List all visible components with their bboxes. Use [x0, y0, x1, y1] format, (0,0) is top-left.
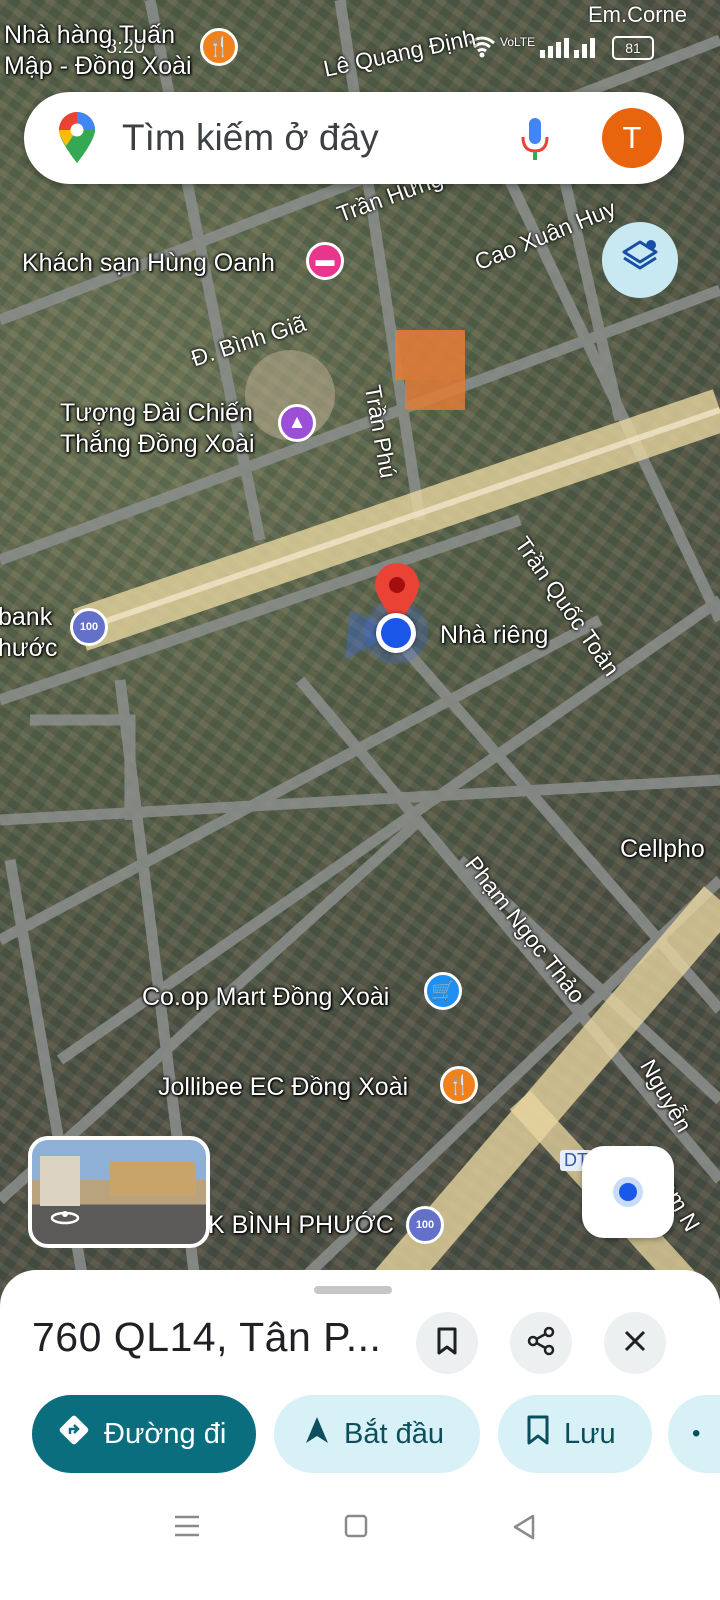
- bookmark-icon: [436, 1327, 458, 1360]
- poi-label: Co.op Mart Đồng Xoài: [142, 983, 390, 1011]
- bank-icon[interactable]: 100: [406, 1206, 444, 1244]
- save-icon-button[interactable]: [416, 1312, 478, 1374]
- poi-label: Jollibee EC Đồng Xoài: [158, 1073, 409, 1101]
- poi-label: Nhà riêng: [440, 621, 549, 649]
- navigation-arrow-icon: [304, 1415, 330, 1453]
- start-label: Bắt đầu: [344, 1417, 444, 1450]
- layers-button[interactable]: [602, 222, 678, 298]
- layers-icon: [620, 238, 660, 283]
- poi-label: Khách sạn Hùng Oanh: [22, 249, 275, 277]
- bookmark-icon: [526, 1415, 550, 1453]
- poi-bank-left[interactable]: bank hước: [0, 602, 58, 664]
- my-location-button[interactable]: [582, 1146, 674, 1238]
- battery-level: 81: [625, 40, 641, 56]
- shopping-cart-icon[interactable]: 🛒: [424, 972, 462, 1010]
- microphone-icon[interactable]: [520, 116, 550, 167]
- avatar-letter: T: [622, 120, 642, 155]
- poi-label: Nhà hàng Tuấn: [4, 21, 175, 49]
- building-shape: [40, 1156, 80, 1206]
- poi-cellphone[interactable]: Cellpho: [620, 834, 705, 865]
- directions-label: Đường đi: [104, 1417, 227, 1450]
- volte-indicator: VoLTE: [500, 35, 536, 49]
- monument-icon[interactable]: ▲: [278, 404, 316, 442]
- my-location-icon: [613, 1177, 643, 1207]
- save-label: Lưu: [564, 1417, 616, 1450]
- poi-nk-binh-phuoc[interactable]: NK BÌNH PHƯỚC: [190, 1210, 394, 1241]
- close-icon: [623, 1329, 647, 1358]
- poi-label: Tượng Đài Chiến: [60, 399, 253, 427]
- menu-icon[interactable]: [174, 1514, 200, 1543]
- poi-coop-mart[interactable]: Co.op Mart Đồng Xoài: [142, 982, 389, 1013]
- map-view[interactable]: 8:20 Em.Corne VoLTE 81 Nhà hàng Tuấn Mập…: [0, 0, 720, 1320]
- building-shape: [110, 1162, 196, 1196]
- home-square-icon[interactable]: [344, 1514, 368, 1543]
- place-title: 760 QL14, Tân P...: [32, 1314, 382, 1360]
- system-navigation-bar: [0, 1486, 720, 1600]
- hotel-icon[interactable]: ▬: [306, 242, 344, 280]
- building-roof: [395, 330, 465, 380]
- back-triangle-icon[interactable]: [512, 1514, 536, 1545]
- restaurant-icon[interactable]: 🍴: [440, 1066, 478, 1104]
- status-carrier: Em.Corne: [588, 2, 688, 27]
- poi-nha-rieng[interactable]: Nhà riêng: [440, 620, 548, 651]
- poi-jollibee[interactable]: Jollibee EC Đồng Xoài: [158, 1072, 408, 1103]
- restaurant-icon[interactable]: 🍴: [200, 28, 238, 66]
- maps-logo-icon: [58, 112, 96, 169]
- search-bar[interactable]: Tìm kiếm ở đây T: [24, 92, 684, 184]
- bank-icon[interactable]: 100: [70, 608, 108, 646]
- start-navigation-button[interactable]: Bắt đầu: [274, 1395, 480, 1473]
- directions-button[interactable]: Đường đi: [32, 1395, 256, 1473]
- poi-label: hước: [0, 634, 58, 662]
- poi-label: bank: [0, 603, 53, 631]
- poi-hotel-hung-oanh[interactable]: Khách sạn Hùng Oanh: [22, 248, 275, 279]
- poi-label: Mập - Đồng Xoài: [4, 52, 192, 80]
- poi-restaurant-tuan-map[interactable]: Nhà hàng Tuấn Mập - Đồng Xoài: [4, 20, 192, 82]
- poi-label: Cellpho: [620, 835, 705, 863]
- directions-icon: [58, 1414, 90, 1454]
- poi-tuong-dai[interactable]: Tượng Đài Chiến Thắng Đồng Xoài: [60, 398, 255, 460]
- poi-label: NK BÌNH PHƯỚC: [190, 1211, 394, 1239]
- search-placeholder[interactable]: Tìm kiếm ở đây: [122, 117, 379, 159]
- share-button[interactable]: [510, 1312, 572, 1374]
- save-button[interactable]: Lưu: [498, 1395, 652, 1473]
- battery-icon: 81: [612, 36, 654, 60]
- more-actions-button[interactable]: •: [668, 1395, 720, 1473]
- 360-view-icon: [50, 1210, 80, 1231]
- share-icon: [526, 1326, 556, 1361]
- drag-handle[interactable]: [314, 1286, 392, 1294]
- avatar[interactable]: T: [602, 108, 662, 168]
- poi-label: Thắng Đồng Xoài: [60, 430, 255, 458]
- close-button[interactable]: [604, 1312, 666, 1374]
- street-view-thumbnail[interactable]: [28, 1136, 210, 1248]
- my-location-dot: [376, 613, 416, 653]
- more-icon: •: [692, 1420, 701, 1447]
